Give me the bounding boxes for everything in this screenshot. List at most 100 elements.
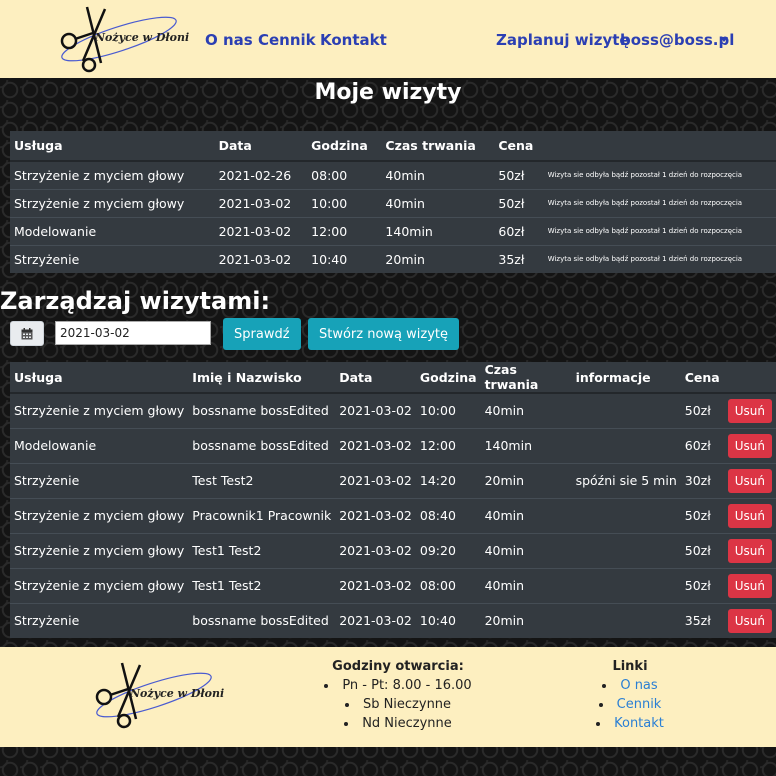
nav-link-contact[interactable]: Kontakt — [320, 31, 387, 49]
cell-name: Pracownik1 Pracownik — [188, 497, 336, 533]
cell-name: bossname bossEdited — [188, 392, 336, 428]
cell-note: Wizyta sie odbyła bądź pozostał 1 dzień … — [543, 160, 776, 189]
cell-duration: 140min — [480, 427, 572, 463]
cell-info — [571, 532, 681, 568]
cell-info — [571, 567, 681, 603]
cell-info: spóźni sie 5 min — [571, 462, 681, 498]
cell-time: 08:40 — [415, 497, 481, 533]
table-row: Modelowanie bossname bossEdited 2021-03-02… — [10, 427, 776, 463]
cell-info — [571, 392, 681, 428]
delete-button[interactable]: Usuń — [727, 398, 772, 423]
cell-date: 2021-03-02 — [335, 567, 416, 603]
cell-service: Strzyżenie z myciem głowy — [10, 497, 189, 533]
table-row: Strzyżenie z myciem głowy bossname bossEd… — [10, 392, 776, 428]
cell-info — [571, 497, 681, 533]
check-button[interactable]: Sprawdź — [223, 318, 301, 350]
user-dropdown[interactable]: boss@boss.pl — [620, 31, 734, 49]
delete-button[interactable]: Usuń — [727, 503, 772, 528]
cell-duration: 40min — [381, 188, 495, 217]
cell-date: 2021-03-02 — [335, 427, 416, 463]
page-title: Moje wizyty — [314, 80, 462, 105]
cell-date: 2021-03-02 — [335, 602, 416, 638]
brand-logo[interactable]: Nożyce w Dłoni — [57, 3, 189, 75]
navbar: Nożyce w Dłoni O nas Cennik Kontakt Zapl… — [0, 0, 776, 78]
cell-price: 35zł — [494, 244, 544, 273]
nav-link-about[interactable]: O nas — [205, 31, 253, 49]
cell-time: 10:00 — [415, 392, 481, 428]
delete-button[interactable]: Usuń — [727, 538, 772, 563]
header-price: Cena — [494, 131, 544, 162]
header-duration: Czas trwania — [381, 131, 495, 162]
cell-name: Test1 Test2 — [188, 532, 336, 568]
header-time: Godzina — [307, 131, 382, 162]
cell-name: Test Test2 — [188, 462, 336, 498]
header-service: Usługa — [10, 131, 215, 162]
cell-service: Strzyżenie z myciem głowy — [10, 532, 189, 568]
opening-hours-title: Godziny otwarcia: — [332, 659, 464, 674]
delete-button[interactable]: Usuń — [727, 468, 772, 493]
cell-actions: Usuń — [723, 462, 776, 498]
date-input[interactable] — [55, 321, 211, 345]
cell-price: 50zł — [494, 160, 544, 189]
cell-actions: Usuń — [723, 392, 776, 428]
cell-duration: 20min — [480, 602, 572, 638]
cell-actions: Usuń — [723, 427, 776, 463]
cell-duration: 40min — [480, 392, 572, 428]
cell-date: 2021-03-02 — [214, 244, 308, 273]
cell-actions: Usuń — [723, 602, 776, 638]
cell-duration: 40min — [480, 567, 572, 603]
header-duration: Czas trwania — [480, 362, 572, 394]
cell-date: 2021-03-02 — [335, 497, 416, 533]
cell-service: Strzyżenie — [10, 244, 215, 273]
cell-info — [571, 602, 681, 638]
cell-time: 12:00 — [415, 427, 481, 463]
cell-service: Strzyżenie z myciem głowy — [10, 160, 215, 189]
delete-button[interactable]: Usuń — [727, 573, 772, 598]
cell-price: 60zł — [680, 427, 724, 463]
cell-name: Test1 Test2 — [188, 567, 336, 603]
table-row: Strzyżenie 2021-03-02 10:40 20min 35zł Wizyta… — [10, 244, 776, 273]
cell-note: Wizyta sie odbyła bądź pozostał 1 dzień … — [543, 244, 776, 273]
header-note — [543, 131, 776, 162]
cell-service: Strzyżenie — [10, 602, 189, 638]
create-visit-button[interactable]: Stwórz nową wizytę — [308, 318, 460, 350]
delete-button[interactable]: Usuń — [727, 608, 772, 633]
cell-price: 50zł — [680, 532, 724, 568]
header-name: Imię i Nazwisko — [188, 362, 336, 394]
cell-service: Strzyżenie z myciem głowy — [10, 392, 189, 428]
header-time: Godzina — [415, 362, 481, 394]
nav-link-pricing[interactable]: Cennik — [258, 31, 316, 49]
header-info: informacje — [571, 362, 681, 394]
hours-item: Nd Nieczynne — [300, 714, 496, 733]
cell-price: 60zł — [494, 216, 544, 245]
opening-hours: Godziny otwarcia: Pn - Pt: 8.00 - 16.00 … — [300, 659, 496, 733]
cell-date: 2021-03-02 — [335, 462, 416, 498]
cell-date: 2021-03-02 — [335, 532, 416, 568]
cell-time: 12:00 — [307, 216, 382, 245]
header-service: Usługa — [10, 362, 189, 394]
footer-link-pricing[interactable]: Cennik — [617, 697, 662, 712]
header-price: Cena — [680, 362, 724, 394]
caret-down-icon[interactable] — [720, 37, 728, 42]
calendar-button[interactable] — [10, 321, 44, 346]
table-row: Strzyżenie z myciem głowy 2021-03-02 10:00… — [10, 188, 776, 217]
cell-service: Modelowanie — [10, 427, 189, 463]
footer-link-about[interactable]: O nas — [620, 678, 657, 693]
delete-button[interactable]: Usuń — [727, 433, 772, 458]
cell-date: 2021-03-02 — [335, 392, 416, 428]
footer-link-contact[interactable]: Kontakt — [614, 716, 664, 731]
cell-duration: 20min — [480, 462, 572, 498]
cell-duration: 40min — [480, 497, 572, 533]
cell-date: 2021-03-02 — [214, 188, 308, 217]
cell-name: bossname bossEdited — [188, 427, 336, 463]
footer-logo: Nożyce w Dłoni — [92, 659, 224, 731]
hours-item: Pn - Pt: 8.00 - 16.00 — [300, 676, 496, 695]
nav-link-schedule-visit[interactable]: Zaplanuj wizytę — [496, 31, 630, 49]
cell-date: 2021-02-26 — [214, 160, 308, 189]
cell-service: Modelowanie — [10, 216, 215, 245]
table-row: Strzyżenie bossname bossEdited 2021-03-02 1… — [10, 602, 776, 638]
cell-actions: Usuń — [723, 532, 776, 568]
table-row: Strzyżenie z myciem głowy Pracownik1 Prac… — [10, 497, 776, 533]
cell-duration: 20min — [381, 244, 495, 273]
footer-links: Linki O nas Cennik Kontakt — [530, 659, 730, 733]
